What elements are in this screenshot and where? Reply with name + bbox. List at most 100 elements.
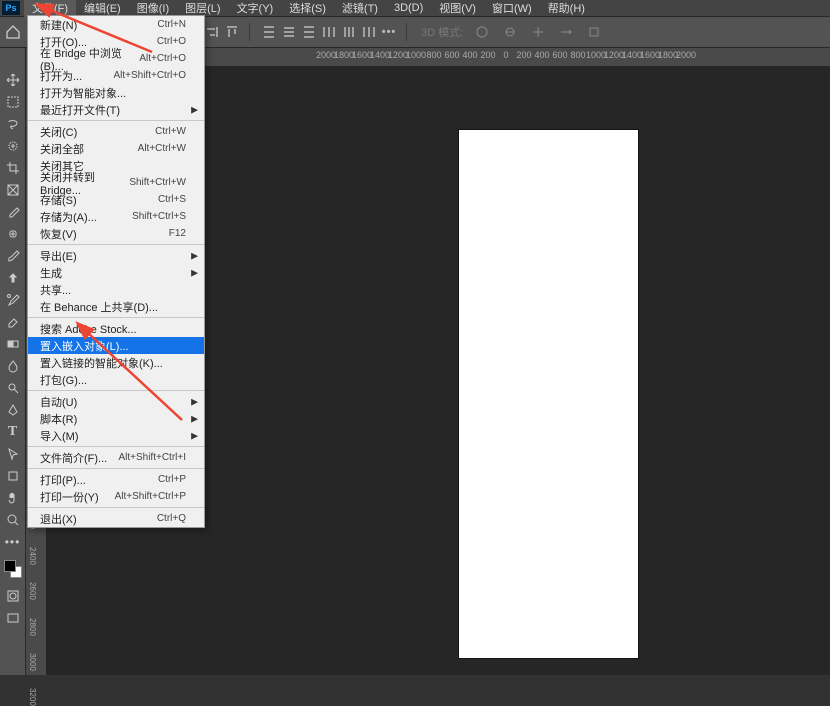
menu-item-label: 退出(X)	[40, 511, 77, 527]
eraser-tool-icon[interactable]	[2, 312, 24, 332]
clone-tool-icon[interactable]	[2, 268, 24, 288]
crop-tool-icon[interactable]	[2, 158, 24, 178]
ruler-tick: 1000	[406, 50, 426, 60]
quick-mask-icon[interactable]	[2, 586, 24, 606]
menu-item[interactable]: 生成▶	[28, 264, 204, 281]
distribute-bottom-icon[interactable]	[300, 23, 318, 41]
menu-type[interactable]: 文字(Y)	[229, 0, 282, 17]
menu-item[interactable]: 打印(P)... Ctrl+P	[28, 471, 204, 488]
gradient-tool-icon[interactable]	[2, 334, 24, 354]
eyedropper-tool-icon[interactable]	[2, 202, 24, 222]
menu-filter[interactable]: 滤镜(T)	[334, 0, 386, 17]
quick-select-tool-icon[interactable]	[2, 136, 24, 156]
menu-item-shortcut: Shift+Ctrl+S	[132, 211, 186, 222]
path-select-tool-icon[interactable]	[2, 444, 24, 464]
menu-item-shortcut: Alt+Shift+Ctrl+P	[115, 491, 186, 502]
menu-item[interactable]: 打包(G)...	[28, 371, 204, 388]
menu-item[interactable]: 关闭全部Alt+Ctrl+W	[28, 140, 204, 157]
ruler-tick: 600	[552, 50, 567, 60]
canvas-document[interactable]	[459, 130, 638, 658]
3d-scale-icon[interactable]	[585, 23, 603, 41]
3d-pan-icon[interactable]	[529, 23, 547, 41]
zoom-tool-icon[interactable]	[2, 510, 24, 530]
menu-item[interactable]: 自动(U)▶	[28, 393, 204, 410]
type-tool-icon[interactable]: T	[2, 422, 24, 442]
menu-select[interactable]: 选择(S)	[281, 0, 334, 17]
menu-item-label: 打印(P)...	[40, 472, 86, 488]
menu-item[interactable]: 在 Bridge 中浏览(B)...Alt+Ctrl+O	[28, 50, 204, 67]
screen-mode-icon[interactable]	[2, 608, 24, 628]
menu-item[interactable]: 关闭(C)Ctrl+W	[28, 123, 204, 140]
menu-item-shortcut: Alt+Ctrl+O	[139, 53, 186, 64]
menu-item-shortcut: Ctrl+N	[157, 19, 186, 30]
color-swatch[interactable]	[4, 560, 22, 578]
ruler-tick: 800	[426, 50, 441, 60]
distribute-vcenter-icon[interactable]	[280, 23, 298, 41]
menu-item[interactable]: 退出(X)Ctrl+Q	[28, 510, 204, 527]
lasso-tool-icon[interactable]	[2, 114, 24, 134]
menu-item-shortcut: Ctrl+O	[157, 36, 186, 47]
menu-item[interactable]: 新建(N)Ctrl+N	[28, 16, 204, 33]
edit-toolbar-icon[interactable]: •••	[2, 532, 24, 552]
menu-item-label: 导入(M)	[40, 428, 79, 444]
menu-item[interactable]: 打开为...Alt+Shift+Ctrl+O	[28, 67, 204, 84]
marquee-tool-icon[interactable]	[2, 92, 24, 112]
menu-item[interactable]: 关闭并转到 Bridge...Shift+Ctrl+W	[28, 174, 204, 191]
menu-item[interactable]: 置入嵌入对象(L)...	[28, 337, 204, 354]
menu-window[interactable]: 窗口(W)	[484, 0, 540, 17]
menu-item[interactable]: 存储(S)Ctrl+S	[28, 191, 204, 208]
brush-tool-icon[interactable]	[2, 246, 24, 266]
menu-item[interactable]: 置入链接的智能对象(K)...	[28, 354, 204, 371]
menu-separator	[28, 446, 204, 447]
menu-item-shortcut: Alt+Ctrl+W	[138, 143, 186, 154]
menu-item[interactable]: 恢复(V)F12	[28, 225, 204, 242]
menu-item-label: 关闭(C)	[40, 124, 77, 140]
frame-tool-icon[interactable]	[2, 180, 24, 200]
menu-item[interactable]: 打开为智能对象...	[28, 84, 204, 101]
file-menu: 新建(N)Ctrl+N打开(O)...Ctrl+O在 Bridge 中浏览(B)…	[27, 15, 205, 528]
distribute-left-icon[interactable]	[320, 23, 338, 41]
menu-item-label: 存储为(A)...	[40, 209, 97, 225]
menubar: Ps 文件(F) 编辑(E) 图像(I) 图层(L) 文字(Y) 选择(S) 滤…	[0, 0, 830, 16]
menu-item-label: 存储(S)	[40, 192, 77, 208]
distribute-top-icon[interactable]	[260, 23, 278, 41]
ruler-tick: 0	[503, 50, 508, 60]
healing-tool-icon[interactable]	[2, 224, 24, 244]
submenu-arrow-icon: ▶	[191, 430, 198, 441]
menu-item[interactable]: 最近打开文件(T)▶	[28, 101, 204, 118]
pen-tool-icon[interactable]	[2, 400, 24, 420]
menu-item[interactable]: 打印一份(Y)Alt+Shift+Ctrl+P	[28, 488, 204, 505]
hand-tool-icon[interactable]	[2, 488, 24, 508]
3d-roll-icon[interactable]	[501, 23, 519, 41]
menu-item[interactable]: 共享...	[28, 281, 204, 298]
home-icon[interactable]	[4, 23, 22, 41]
menu-item-shortcut: Ctrl+P	[158, 474, 186, 485]
menu-item[interactable]: 脚本(R)▶	[28, 410, 204, 427]
distribute-hcenter-icon[interactable]	[340, 23, 358, 41]
menu-item-label: 打开为...	[40, 68, 82, 84]
menu-help[interactable]: 帮助(H)	[540, 0, 593, 17]
history-brush-tool-icon[interactable]	[2, 290, 24, 310]
submenu-arrow-icon: ▶	[191, 250, 198, 261]
menu-item[interactable]: 文件简介(F)...Alt+Shift+Ctrl+I	[28, 449, 204, 466]
blur-tool-icon[interactable]	[2, 356, 24, 376]
more-options-icon[interactable]: •••	[380, 23, 398, 41]
menu-item[interactable]: 存储为(A)... Shift+Ctrl+S	[28, 208, 204, 225]
3d-orbit-icon[interactable]	[473, 23, 491, 41]
rectangle-tool-icon[interactable]	[2, 466, 24, 486]
ruler-tick: 2400	[28, 547, 37, 565]
align-right-icon[interactable]	[203, 23, 221, 41]
menu-item-shortcut: Alt+Shift+Ctrl+I	[118, 452, 186, 463]
3d-slide-icon[interactable]	[557, 23, 575, 41]
menu-item[interactable]: 导出(E)▶	[28, 247, 204, 264]
menu-item[interactable]: 搜索 Adobe Stock...	[28, 320, 204, 337]
foreground-color-swatch[interactable]	[4, 560, 16, 572]
menu-item[interactable]: 在 Behance 上共享(D)...	[28, 298, 204, 315]
distribute-right-icon[interactable]	[360, 23, 378, 41]
align-top-icon[interactable]	[223, 23, 241, 41]
menu-item[interactable]: 导入(M) ▶	[28, 427, 204, 444]
menu-3d[interactable]: 3D(D)	[386, 1, 431, 15]
dodge-tool-icon[interactable]	[2, 378, 24, 398]
move-tool-icon[interactable]	[2, 70, 24, 90]
menu-view[interactable]: 视图(V)	[431, 0, 484, 17]
